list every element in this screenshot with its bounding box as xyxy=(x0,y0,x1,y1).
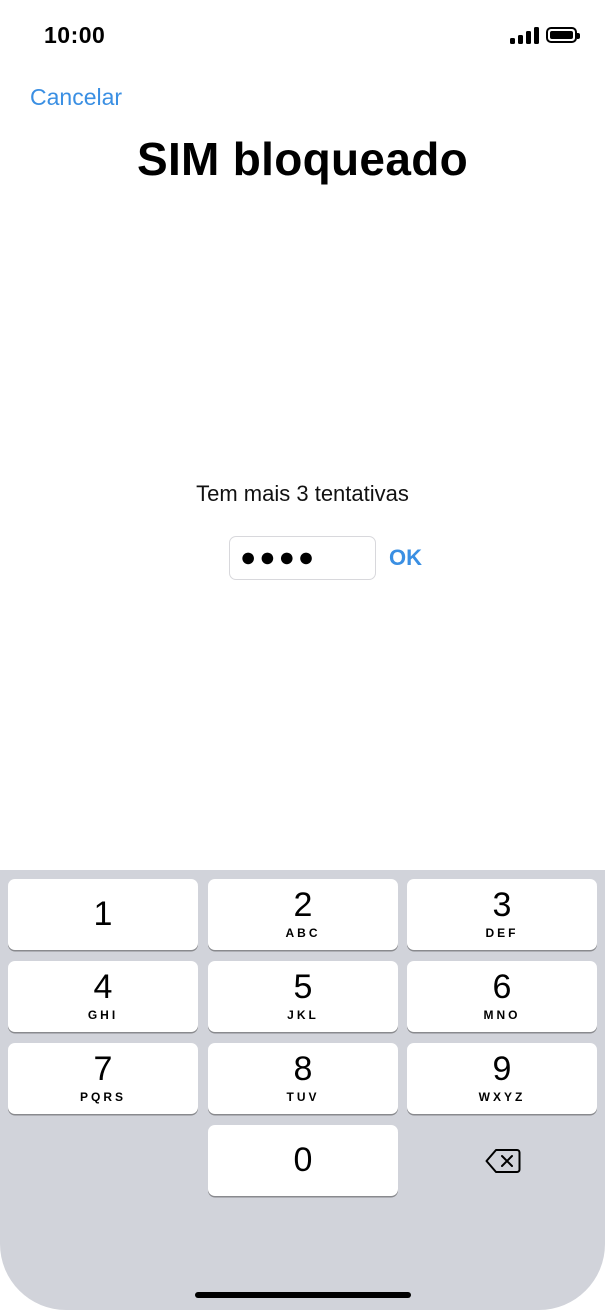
key-letters: DEF xyxy=(485,926,519,940)
key-digit: 0 xyxy=(293,1141,313,1179)
delete-key[interactable] xyxy=(408,1125,598,1196)
key-0[interactable]: 0 xyxy=(208,1125,398,1196)
pin-input[interactable]: ●●●● xyxy=(229,536,376,580)
key-digit: 7 xyxy=(93,1050,113,1088)
key-4[interactable]: 4 GHI xyxy=(8,961,198,1032)
key-digit: 1 xyxy=(93,895,113,933)
key-8[interactable]: 8 TUV xyxy=(208,1043,398,1114)
key-digit: 5 xyxy=(293,968,313,1006)
cellular-signal-icon xyxy=(510,26,539,44)
home-indicator[interactable] xyxy=(195,1292,411,1298)
numeric-keypad: 1 2 ABC 3 DEF 4 GHI 5 JKL 6 MNO 7 PQRS 8 xyxy=(0,870,605,1310)
ok-button[interactable]: OK xyxy=(389,545,422,571)
status-icons xyxy=(510,26,580,44)
key-letters: WXYZ xyxy=(478,1090,526,1104)
key-5[interactable]: 5 JKL xyxy=(208,961,398,1032)
key-letters: GHI xyxy=(87,1008,119,1022)
key-letters: JKL xyxy=(287,1008,319,1022)
key-7[interactable]: 7 PQRS xyxy=(8,1043,198,1114)
key-digit: 3 xyxy=(492,886,512,924)
key-digit: 8 xyxy=(293,1050,313,1088)
key-digit: 9 xyxy=(492,1050,512,1088)
key-letters: MNO xyxy=(483,1008,521,1022)
status-time: 10:00 xyxy=(44,22,106,48)
attempts-remaining-text: Tem mais 3 tentativas xyxy=(196,481,409,506)
battery-full-icon xyxy=(546,27,580,43)
key-6[interactable]: 6 MNO xyxy=(407,961,597,1032)
key-9[interactable]: 9 WXYZ xyxy=(407,1043,597,1114)
key-1[interactable]: 1 xyxy=(8,879,198,950)
key-letters: PQRS xyxy=(79,1090,126,1104)
page-title: SIM bloqueado xyxy=(137,133,468,185)
key-2[interactable]: 2 ABC xyxy=(208,879,398,950)
key-letters: TUV xyxy=(286,1090,320,1104)
key-3[interactable]: 3 DEF xyxy=(407,879,597,950)
key-letters: ABC xyxy=(285,926,321,940)
phone-screen: 10:00 Cancelar SIM bloqueado Tem mais 3 … xyxy=(0,0,605,1310)
key-digit: 2 xyxy=(293,886,313,924)
backspace-icon xyxy=(485,1148,521,1173)
key-digit: 4 xyxy=(93,968,113,1006)
cancel-button[interactable]: Cancelar xyxy=(30,84,122,111)
key-digit: 6 xyxy=(492,968,512,1006)
